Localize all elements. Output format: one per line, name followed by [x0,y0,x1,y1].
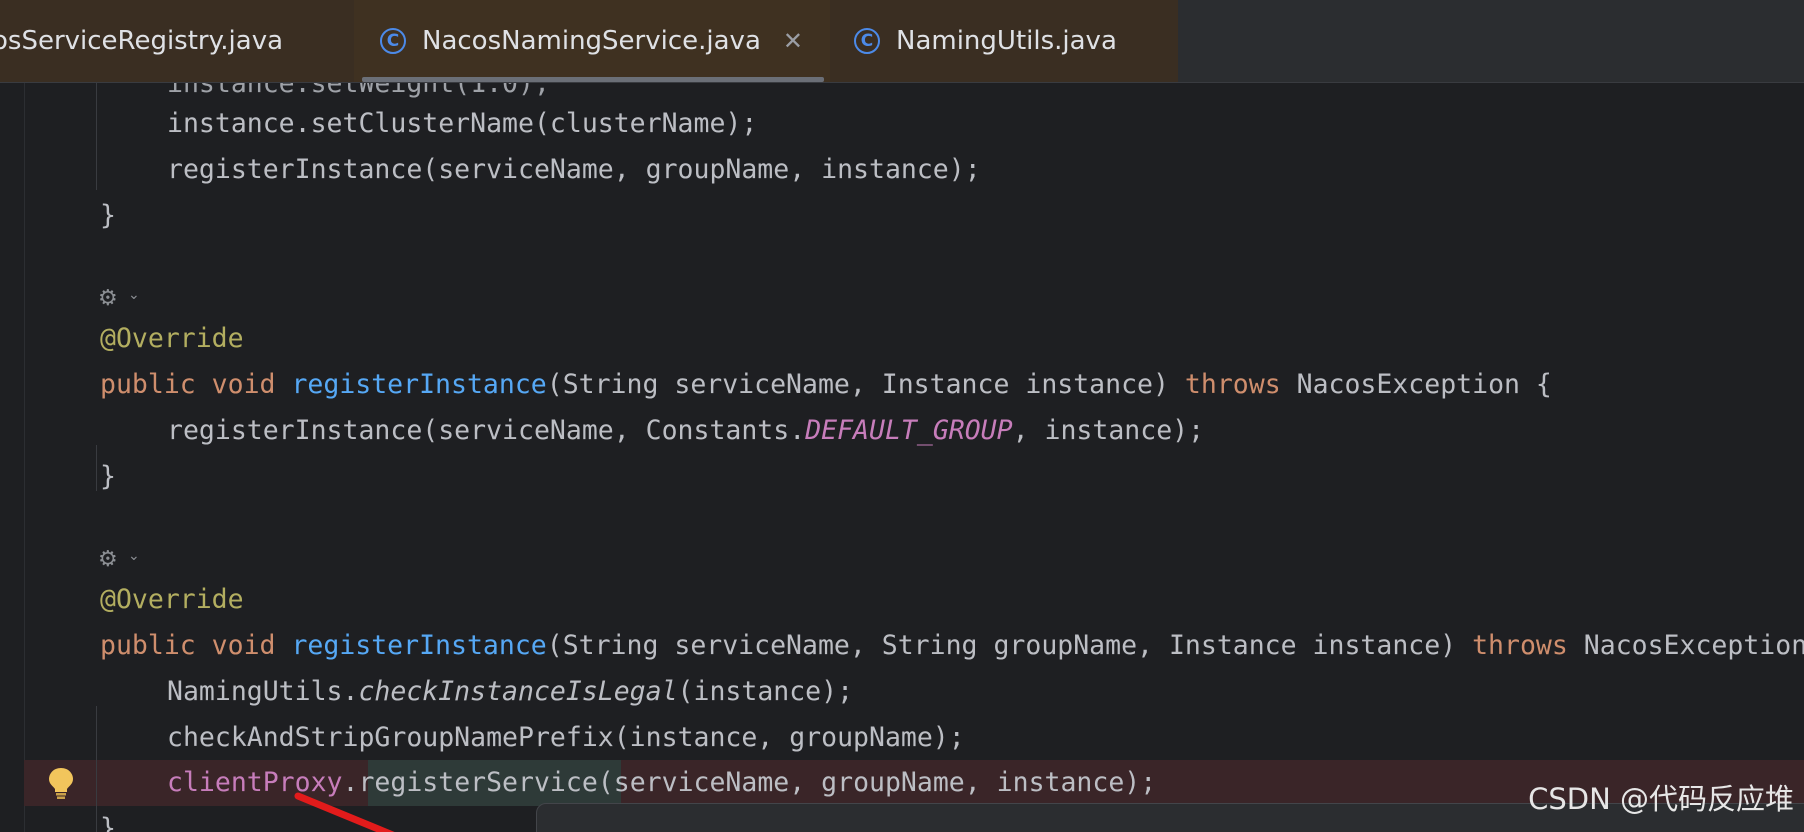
indent-guide [96,445,97,491]
method-signature: public void registerInstance(String serv… [100,369,1552,400]
close-icon[interactable]: ✕ [783,27,803,55]
method-signature: public void registerInstance(String serv… [100,630,1804,661]
class-icon: C [854,28,880,54]
code-line: } [100,813,116,832]
code-line: NamingUtils.checkInstanceIsLegal(instanc… [167,676,854,707]
class-icon: C [380,28,406,54]
red-arrow-annotation [294,792,395,832]
implementation-icon[interactable]: ⚙ [98,286,118,312]
watermark: CSDN @代码反应堆 [1528,782,1794,816]
annotation-line: @Override [100,584,244,615]
tab-label: NamingUtils.java [896,26,1117,56]
tab-naming-utils[interactable]: C NamingUtils.java [830,0,1178,82]
editor-tab-bar: osServiceRegistry.java C NacosNamingServ… [0,0,1804,83]
code-line: registerInstance(serviceName, groupName,… [167,154,981,185]
code-line: } [100,200,116,231]
tab-label: osServiceRegistry.java [0,26,284,56]
tab-nacos-naming-service[interactable]: C NacosNamingService.java ✕ [354,0,830,82]
annotation-line: @Override [100,323,244,354]
indent-guide [96,83,97,190]
chevron-down-icon[interactable]: ⌄ [128,548,140,564]
indent-guide [96,706,97,832]
implementation-icon[interactable]: ⚙ [98,547,118,573]
gutter-divider [24,83,25,832]
tab-label: NacosNamingService.java [422,26,761,56]
code-line: instance.setClusterName(clusterName); [167,108,758,139]
chevron-down-icon[interactable]: ⌄ [128,287,140,303]
code-line: } [100,461,116,492]
code-editor[interactable]: instance.setWeight(1.0); instance.setClu… [0,83,1804,832]
lightbulb-icon[interactable] [46,766,76,800]
code-line: checkAndStripGroupNamePrefix(instance, g… [167,722,965,753]
tab-os-service-registry[interactable]: osServiceRegistry.java [0,0,354,82]
code-line: registerInstance(serviceName, Constants.… [167,415,1205,446]
